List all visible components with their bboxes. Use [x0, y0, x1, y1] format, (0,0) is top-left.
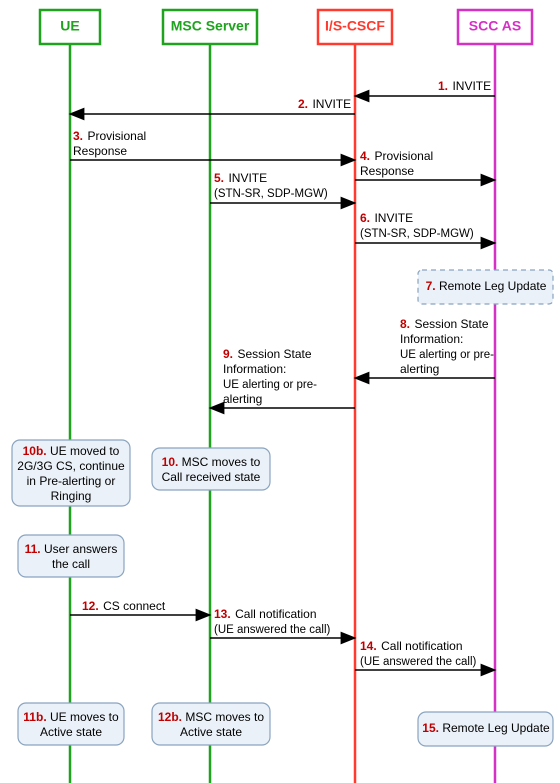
svg-text:Response: Response	[360, 164, 414, 178]
svg-text:alerting: alerting	[223, 392, 262, 406]
svg-text:5. INVITE: 5. INVITE	[214, 169, 267, 186]
lane-msc-label: MSC Server	[171, 18, 250, 34]
svg-text:Information:: Information:	[400, 332, 463, 346]
svg-text:11. User answers: 11. User answers	[25, 542, 118, 556]
svg-text:UE alerting or pre-: UE alerting or pre-	[223, 379, 317, 391]
lane-cscf-label: I/S-CSCF	[325, 18, 385, 34]
svg-text:the call: the call	[52, 557, 90, 571]
msg-4: 4. Provisional Response	[355, 147, 495, 180]
msg-3: 3. Provisional Response	[70, 127, 355, 160]
note-7: 7. Remote Leg Update	[418, 270, 553, 304]
svg-text:4. Provisional: 4. Provisional	[360, 147, 433, 164]
msg-13: 13. Call notification (UE answered the c…	[210, 605, 355, 638]
svg-text:12b. MSC moves to: 12b. MSC moves to	[158, 710, 264, 724]
note-10b: 10b. UE moved to 2G/3G CS, continue in P…	[12, 440, 130, 506]
msg-12: 12. CS connect	[70, 597, 210, 615]
lane-ue: UE	[40, 10, 100, 783]
svg-text:1. INVITE: 1. INVITE	[438, 77, 491, 94]
svg-text:9. Session State: 9. Session State	[223, 345, 312, 362]
note-11b: 11b. UE moves to Active state	[18, 703, 124, 745]
svg-text:7. Remote Leg Update: 7. Remote Leg Update	[426, 279, 547, 293]
svg-text:(STN-SR, SDP-MGW): (STN-SR, SDP-MGW)	[360, 228, 474, 240]
lane-scc-label: SCC AS	[469, 18, 521, 34]
msg-6: 6. INVITE (STN-SR, SDP-MGW)	[355, 209, 495, 243]
svg-text:8. Session State: 8. Session State	[400, 315, 489, 332]
svg-text:2. INVITE: 2. INVITE	[298, 95, 351, 112]
svg-text:(STN-SR, SDP-MGW): (STN-SR, SDP-MGW)	[214, 188, 328, 200]
svg-text:in Pre-alerting or: in Pre-alerting or	[27, 474, 116, 488]
svg-text:Active state: Active state	[180, 725, 242, 739]
svg-text:10b. UE moved to: 10b. UE moved to	[23, 444, 120, 458]
note-12b: 12b. MSC moves to Active state	[152, 703, 270, 745]
svg-text:11b. UE moves to: 11b. UE moves to	[23, 710, 119, 724]
svg-text:alerting: alerting	[400, 362, 439, 376]
svg-text:Active state: Active state	[40, 725, 102, 739]
svg-text:2G/3G CS, continue: 2G/3G CS, continue	[17, 459, 125, 473]
msg-14: 14. Call notification (UE answered the c…	[355, 637, 495, 670]
svg-text:13. Call notification: 13. Call notification	[214, 605, 317, 622]
svg-text:(UE answered the call): (UE answered the call)	[360, 656, 476, 668]
svg-text:Information:: Information:	[223, 362, 286, 376]
msg-9: 9. Session State Information: UE alertin…	[210, 345, 355, 408]
lane-ue-label: UE	[60, 18, 79, 34]
svg-text:10. MSC moves to: 10. MSC moves to	[162, 455, 261, 469]
msg-8: 8. Session State Information: UE alertin…	[355, 315, 495, 378]
svg-text:15. Remote Leg Update: 15. Remote Leg Update	[422, 721, 550, 735]
svg-text:Ringing: Ringing	[51, 489, 92, 503]
svg-text:Call received state: Call received state	[162, 470, 261, 484]
svg-text:3. Provisional: 3. Provisional	[73, 127, 146, 144]
note-11: 11. User answers the call	[18, 535, 124, 577]
svg-text:(UE answered the call): (UE answered the call)	[214, 624, 330, 636]
svg-text:UE alerting or pre-: UE alerting or pre-	[400, 349, 494, 361]
note-10: 10. MSC moves to Call received state	[152, 448, 270, 490]
svg-text:6. INVITE: 6. INVITE	[360, 209, 413, 226]
svg-text:14. Call notification: 14. Call notification	[360, 637, 463, 654]
sequence-diagram: UE MSC Server I/S-CSCF SCC AS 1. INVITE …	[0, 0, 560, 783]
msg-1: 1. INVITE	[355, 77, 495, 96]
note-15: 15. Remote Leg Update	[418, 712, 553, 746]
msg-2: 2. INVITE	[70, 95, 355, 114]
msg-5: 5. INVITE (STN-SR, SDP-MGW)	[210, 169, 355, 203]
svg-text:Response: Response	[73, 144, 127, 158]
svg-text:12. CS connect: 12. CS connect	[82, 597, 166, 614]
